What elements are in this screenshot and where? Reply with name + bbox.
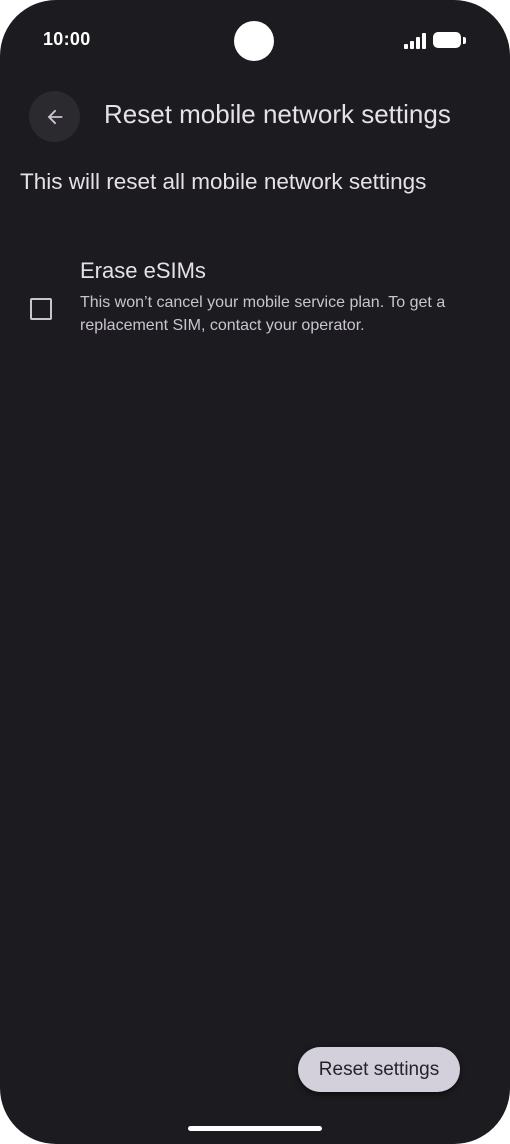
status-time: 10:00	[43, 29, 91, 49]
option-title: Erase eSIMs	[80, 258, 206, 283]
phone-screen: 10:00 Reset mobile network settings This…	[0, 0, 510, 1144]
status-bar: 10:00	[0, 0, 510, 84]
reset-settings-button[interactable]: Reset settings	[298, 1047, 460, 1092]
home-indicator[interactable]	[188, 1126, 322, 1131]
back-button[interactable]	[29, 91, 80, 142]
erase-esims-option[interactable]: Erase eSIMs This won’t cancel your mobil…	[0, 244, 510, 354]
camera-cutout	[234, 21, 274, 61]
erase-esims-checkbox[interactable]	[30, 298, 52, 320]
page-title: Reset mobile network settings	[104, 99, 451, 129]
option-summary: This won’t cancel your mobile service pl…	[80, 294, 446, 334]
page-description: This will reset all mobile network setti…	[20, 169, 427, 194]
arrow-left-icon	[47, 109, 62, 124]
battery-icon	[433, 32, 467, 50]
signal-icon	[404, 33, 428, 49]
